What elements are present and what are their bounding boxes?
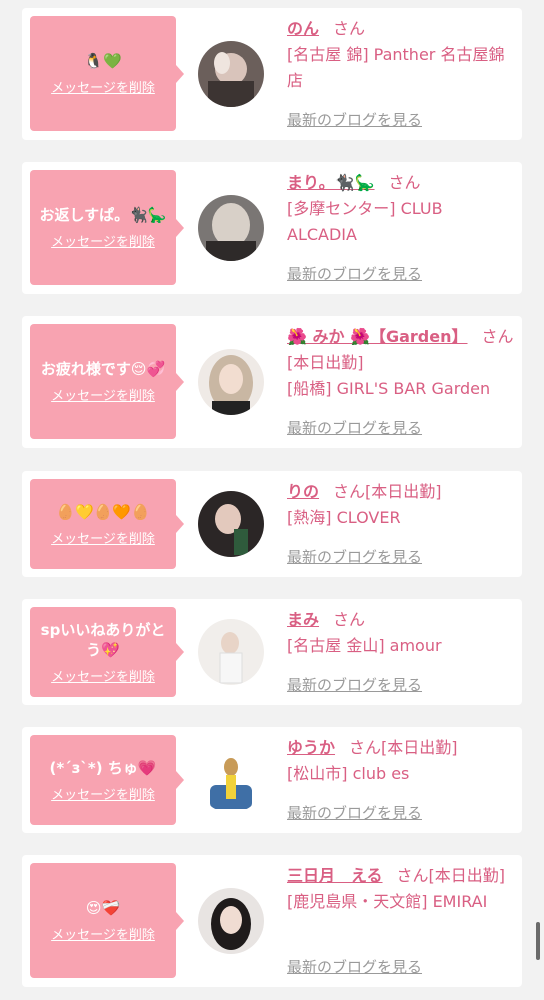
message-text: 🥚💛🥚🧡🥚	[56, 502, 150, 521]
honorific: さん[本日出勤]	[349, 738, 458, 757]
avatar[interactable]	[198, 195, 264, 261]
user-name-link[interactable]: のん	[287, 19, 319, 38]
message-card: 😍❤️‍🩹 メッセージを削除 三日月 える さん[本日出勤] [鹿児島県・天文館]…	[22, 855, 522, 987]
delete-message-link[interactable]: メッセージを削除	[51, 77, 155, 96]
latest-blog-link[interactable]: 最新のブログを見る	[287, 109, 422, 130]
latest-blog-link[interactable]: 最新のブログを見る	[287, 956, 422, 977]
message-bubble: (*´з`*) ちゅ💗 メッセージを削除	[30, 735, 184, 825]
message-bubble: spいいねありがとう💖 メッセージを削除	[30, 607, 184, 697]
user-name-link[interactable]: りの	[287, 482, 319, 501]
message-text: 🐧💚	[84, 52, 122, 70]
message-bubble: お返しすぱ。🐈‍⬛🦕 メッセージを削除	[30, 170, 184, 285]
message-bubble: お疲れ様です😌💞 メッセージを削除	[30, 324, 184, 439]
message-bubble: 🥚💛🥚🧡🥚 メッセージを削除	[30, 479, 184, 569]
message-text: お返しすぱ。🐈‍⬛🦕	[39, 206, 167, 224]
message-card: (*´з`*) ちゅ💗 メッセージを削除 ゆうか さん[本日出勤] [松山市] c…	[22, 727, 522, 833]
avatar[interactable]	[198, 619, 264, 685]
avatar[interactable]	[198, 491, 264, 557]
message-card: 🐧💚 メッセージを削除 のん さん [名古屋 錦] Panther 名古屋錦店 最…	[22, 8, 522, 140]
scrollbar[interactable]	[536, 922, 540, 960]
avatar[interactable]	[198, 888, 264, 954]
message-text: 😍❤️‍🩹	[85, 899, 121, 917]
message-card: spいいねありがとう💖 メッセージを削除 まみ さん [名古屋 金山] amour…	[22, 599, 522, 705]
shop-text: [名古屋 錦] Panther 名古屋錦店	[287, 45, 505, 90]
shop-text: [多摩センター] CLUB ALCADIA	[287, 199, 443, 244]
shop-text: [熱海] CLOVER	[287, 508, 401, 527]
honorific: さん	[333, 610, 366, 629]
delete-message-link[interactable]: メッセージを削除	[51, 666, 155, 685]
message-text: お疲れ様です😌💞	[40, 360, 166, 378]
message-bubble: 🐧💚 メッセージを削除	[30, 16, 184, 131]
user-name-link[interactable]: 三日月 える	[287, 866, 383, 885]
user-name-link[interactable]: まり。🐈‍⬛🦕	[287, 173, 375, 192]
delete-message-link[interactable]: メッセージを削除	[51, 528, 155, 547]
avatar[interactable]	[198, 747, 264, 813]
avatar[interactable]	[198, 41, 264, 107]
delete-message-link[interactable]: メッセージを削除	[51, 784, 155, 803]
message-card: お疲れ様です😌💞 メッセージを削除 🌺 みか 🌺【Garden】 さん[本日出勤]…	[22, 316, 522, 448]
message-card: 🥚💛🥚🧡🥚 メッセージを削除 りの さん[本日出勤] [熱海] CLOVER 最新…	[22, 471, 522, 577]
honorific: さん	[388, 173, 421, 192]
shop-text: [名古屋 金山] amour	[287, 636, 442, 655]
message-card: お返しすぱ。🐈‍⬛🦕 メッセージを削除 まり。🐈‍⬛🦕 さん [多摩センター] C…	[22, 162, 522, 294]
user-name-link[interactable]: ゆうか	[287, 738, 335, 757]
message-bubble: 😍❤️‍🩹 メッセージを削除	[30, 863, 184, 978]
latest-blog-link[interactable]: 最新のブログを見る	[287, 263, 422, 284]
latest-blog-link[interactable]: 最新のブログを見る	[287, 417, 422, 438]
shop-text: [船橋] GIRL'S BAR Garden	[287, 379, 491, 398]
latest-blog-link[interactable]: 最新のブログを見る	[287, 546, 422, 567]
shop-text: [松山市] club es	[287, 764, 410, 783]
user-name-link[interactable]: まみ	[287, 610, 319, 629]
honorific: さん[本日出勤]	[333, 482, 442, 501]
shop-text: [鹿児島県・天文館] EMIRAI	[287, 892, 488, 911]
message-text: (*´з`*) ちゅ💗	[49, 758, 157, 777]
avatar[interactable]	[198, 349, 264, 415]
user-name-link[interactable]: 🌺 みか 🌺【Garden】	[287, 327, 468, 346]
delete-message-link[interactable]: メッセージを削除	[51, 924, 155, 943]
delete-message-link[interactable]: メッセージを削除	[51, 385, 155, 404]
latest-blog-link[interactable]: 最新のブログを見る	[287, 802, 422, 823]
delete-message-link[interactable]: メッセージを削除	[51, 231, 155, 250]
honorific: さん[本日出勤]	[396, 866, 506, 885]
message-text: spいいねありがとう💖	[40, 620, 166, 659]
honorific: さん	[333, 19, 366, 38]
latest-blog-link[interactable]: 最新のブログを見る	[287, 674, 422, 695]
